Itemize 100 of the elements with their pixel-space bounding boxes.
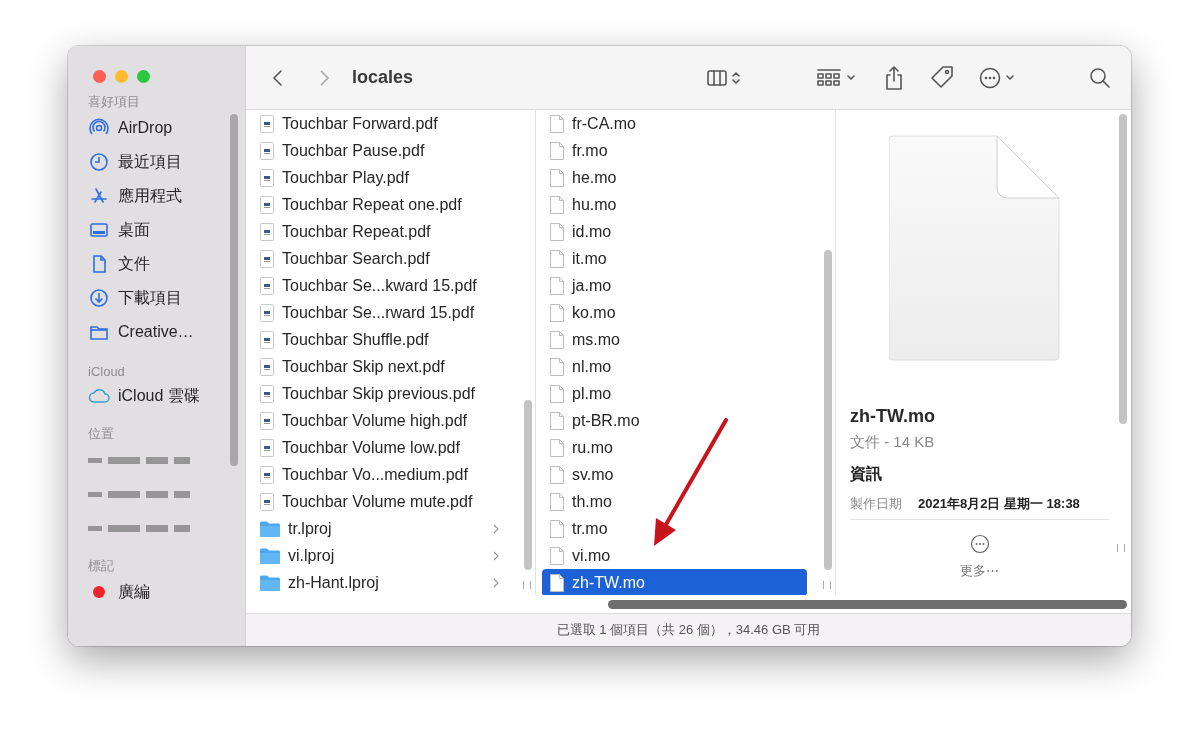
desktop-icon xyxy=(89,220,109,240)
scrollbar-thumb[interactable] xyxy=(608,599,1127,609)
sidebar-item[interactable]: 文件 xyxy=(88,247,221,281)
pdf-file-icon xyxy=(260,114,274,133)
status-text: 已選取 1 個項目（共 26 個），34.46 GB 可用 xyxy=(556,621,821,639)
sidebar-item[interactable]: Creative… xyxy=(88,315,221,349)
file-item[interactable]: Touchbar Vo...medium.pdf xyxy=(252,461,507,488)
folder-icon xyxy=(260,574,280,591)
file-icon xyxy=(550,492,564,511)
file-item[interactable]: Touchbar Volume mute.pdf xyxy=(252,488,507,515)
chevron-icon xyxy=(493,577,499,588)
sidebar-heading: 標記 xyxy=(88,557,114,575)
file-item[interactable]: Touchbar Se...kward 15.pdf xyxy=(252,272,507,299)
file-item[interactable]: vi.mo xyxy=(542,542,807,569)
file-item[interactable]: it.mo xyxy=(542,245,807,272)
sidebar-item[interactable]: 應用程式 xyxy=(88,179,221,213)
file-item[interactable]: Touchbar Pause.pdf xyxy=(252,137,507,164)
file-item[interactable]: nl.mo xyxy=(542,353,807,380)
file-item[interactable]: Touchbar Volume high.pdf xyxy=(252,407,507,434)
file-name: zh-TW.mo xyxy=(850,406,936,427)
file-item[interactable]: ru.mo xyxy=(542,434,807,461)
file-item[interactable]: id.mo xyxy=(542,218,807,245)
file-item[interactable]: ms.mo xyxy=(542,326,807,353)
file-item[interactable]: hu.mo xyxy=(542,191,807,218)
file-icon xyxy=(550,303,564,322)
pdf-file-icon xyxy=(260,465,274,484)
file-item[interactable]: tr.mo xyxy=(542,515,807,542)
sidebar-heading: iCloud xyxy=(88,364,125,379)
pdf-file-icon xyxy=(260,141,274,160)
file-item[interactable]: Touchbar Forward.pdf xyxy=(252,110,507,137)
pdf-file-icon xyxy=(260,492,274,511)
file-item[interactable]: sv.mo xyxy=(542,461,807,488)
file-icon xyxy=(550,249,564,268)
file-item[interactable]: he.mo xyxy=(542,164,807,191)
more-icon[interactable] xyxy=(969,534,990,554)
column-view-button[interactable] xyxy=(707,67,743,88)
scrollbar-thumb[interactable] xyxy=(1119,114,1127,424)
file-item[interactable]: zh-Hant.lproj xyxy=(252,569,507,595)
file-item[interactable]: pl.mo xyxy=(542,380,807,407)
file-item[interactable]: Touchbar Volume low.pdf xyxy=(252,434,507,461)
file-icon xyxy=(550,195,564,214)
pdf-file-icon xyxy=(260,357,274,376)
sidebar-item[interactable]: 廣編 xyxy=(88,575,221,609)
file-item[interactable]: Touchbar Repeat one.pdf xyxy=(252,191,507,218)
file-icon xyxy=(550,276,564,295)
file-item[interactable]: ja.mo xyxy=(542,272,807,299)
zoom-button[interactable] xyxy=(137,70,150,83)
more-link[interactable]: 更多⋯ xyxy=(960,562,999,580)
file-item[interactable]: ko.mo xyxy=(542,299,807,326)
scrollbar-thumb[interactable] xyxy=(824,250,832,570)
file-item[interactable]: Touchbar Shuffle.pdf xyxy=(252,326,507,353)
info-value: 2021年8月2日 星期一 18:38 xyxy=(918,495,1080,513)
file-icon xyxy=(550,411,564,430)
file-item[interactable]: fr-CA.mo xyxy=(542,110,807,137)
pdf-file-icon xyxy=(260,330,274,349)
file-item[interactable]: Touchbar Skip previous.pdf xyxy=(252,380,507,407)
file-icon xyxy=(550,168,564,187)
chevron-icon xyxy=(493,523,499,534)
share-icon[interactable] xyxy=(883,64,905,91)
file-item[interactable]: Touchbar Play.pdf xyxy=(252,164,507,191)
file-item[interactable]: th.mo xyxy=(542,488,807,515)
info-heading: 資訊 xyxy=(850,464,883,484)
resize-handle[interactable] xyxy=(823,581,831,589)
file-item[interactable]: zh-TW.mo xyxy=(542,569,807,595)
file-item[interactable]: Touchbar Se...rward 15.pdf xyxy=(252,299,507,326)
file-item[interactable]: Touchbar Skip next.pdf xyxy=(252,353,507,380)
pdf-file-icon xyxy=(260,222,274,241)
file-item[interactable]: tr.lproj xyxy=(252,515,507,542)
file-item[interactable]: Touchbar Repeat.pdf xyxy=(252,218,507,245)
folder-icon xyxy=(260,520,280,537)
file-icon xyxy=(550,384,564,403)
minimize-button[interactable] xyxy=(115,70,128,83)
sidebar-item[interactable]: 下載項目 xyxy=(88,281,221,315)
file-icon xyxy=(550,519,564,538)
file-icon xyxy=(550,141,564,160)
scrollbar-thumb[interactable] xyxy=(230,114,238,466)
sidebar-item[interactable]: 最近項目 xyxy=(88,145,221,179)
file-icon xyxy=(550,114,564,133)
download-icon xyxy=(89,288,109,308)
resize-handle[interactable] xyxy=(1117,544,1125,552)
file-item[interactable]: vi.lproj xyxy=(252,542,507,569)
file-icon xyxy=(550,546,564,565)
tag-icon[interactable] xyxy=(929,64,955,91)
scrollbar-thumb[interactable] xyxy=(524,400,532,570)
info-label: 製作日期 xyxy=(850,495,902,513)
pdf-file-icon xyxy=(260,276,274,295)
file-item[interactable]: pt-BR.mo xyxy=(542,407,807,434)
sidebar-item[interactable]: iCloud 雲碟 xyxy=(88,379,221,413)
resize-handle[interactable] xyxy=(523,581,531,589)
document-icon xyxy=(888,134,1061,362)
pdf-file-icon xyxy=(260,303,274,322)
sidebar-heading: 位置 xyxy=(88,425,114,443)
sidebar-item[interactable]: 桌面 xyxy=(88,213,221,247)
close-button[interactable] xyxy=(93,70,106,83)
search-icon[interactable] xyxy=(1089,66,1111,89)
file-item[interactable]: Touchbar Search.pdf xyxy=(252,245,507,272)
file-item[interactable]: fr.mo xyxy=(542,137,807,164)
sidebar-heading: 喜好項目 xyxy=(88,93,140,111)
pdf-file-icon xyxy=(260,249,274,268)
sidebar-item[interactable]: AirDrop xyxy=(88,111,221,145)
